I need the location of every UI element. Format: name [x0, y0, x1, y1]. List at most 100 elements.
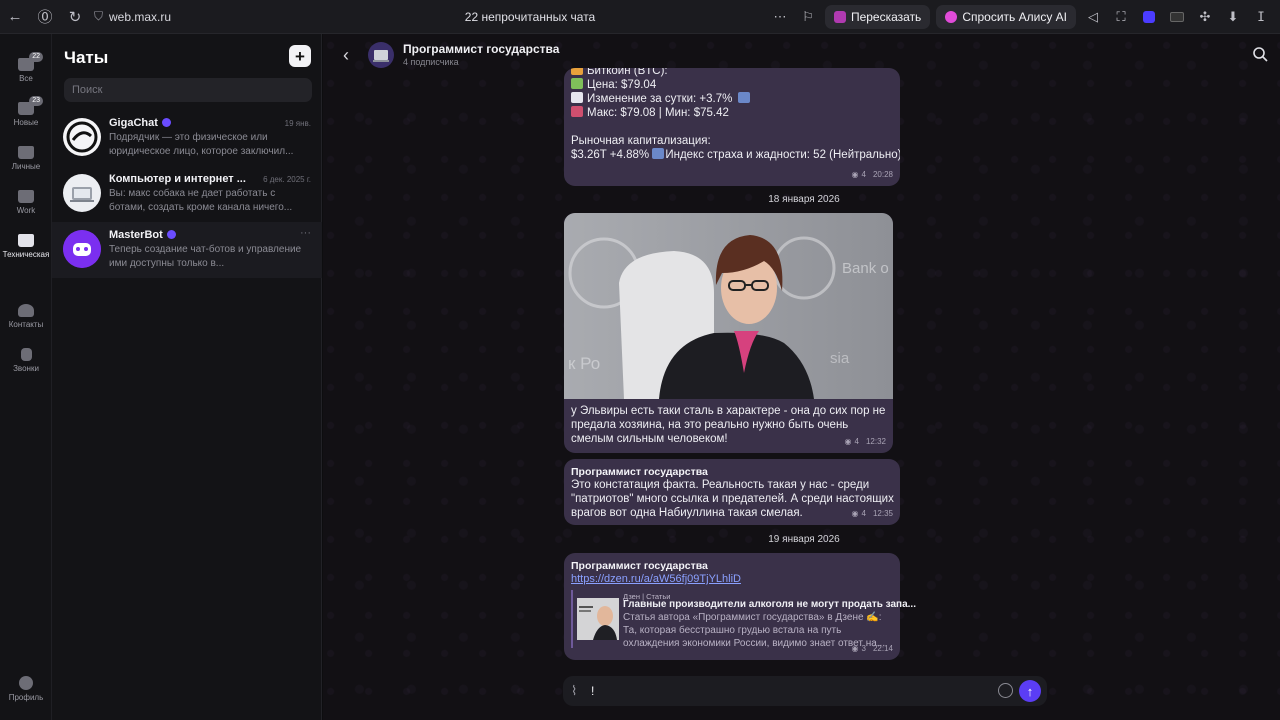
retell-button[interactable]: Пересказать: [824, 5, 931, 29]
reload-icon[interactable]: ↻: [60, 0, 90, 34]
avatar: [63, 174, 101, 212]
rail-item-label: Work: [16, 206, 36, 215]
rail-item-label: Звонки: [13, 364, 39, 373]
folder-icon: [18, 234, 34, 247]
message-meta: ◉ 4 12:35: [852, 507, 893, 521]
bookmark-icon[interactable]: ⚐: [797, 6, 819, 28]
chat-options-icon[interactable]: ···: [300, 227, 311, 239]
extension-badge-icon[interactable]: [1166, 6, 1188, 28]
chat-bubble-icon: 22: [18, 52, 43, 71]
message-input[interactable]: !: [591, 684, 594, 698]
rail-item-label: Все: [19, 74, 33, 83]
unread-badge: 22: [29, 52, 43, 62]
chat-name: MasterBot: [109, 229, 176, 241]
photo-image[interactable]: к Ро Bank o sia: [564, 213, 893, 399]
message-text: Биткоин (BTC): Цена: $79.04 Изменение за…: [571, 68, 900, 162]
message-bubble[interactable]: Программист государства Это констатация …: [564, 459, 900, 525]
alice-icon: [945, 11, 958, 23]
rail-item-new[interactable]: 23 Новые: [0, 96, 52, 127]
message-meta: ◉ 4 20:28: [852, 168, 893, 182]
message-link[interactable]: https://dzen.ru/a/aW56fj09TjYLhliD: [571, 572, 741, 586]
link-preview-card[interactable]: Дзен | Статьи Главные производители алко…: [571, 590, 916, 649]
photo-bg-text: Bank o: [842, 260, 889, 277]
share-icon[interactable]: ◁: [1082, 6, 1104, 28]
date-separator: 19 января 2026: [768, 534, 840, 545]
rail-item-label: Техническая: [2, 250, 50, 259]
chat-preview: Подрядчик — это физическое или юридическ…: [109, 132, 294, 157]
rail-item-profile[interactable]: Профиль: [0, 676, 52, 702]
bar-chart-emoji-icon: [571, 106, 583, 117]
message-meta: ◉ 4 12:32: [845, 435, 886, 449]
up-arrow-emoji-icon: [737, 92, 750, 103]
search-icon[interactable]: [1252, 46, 1268, 62]
chat-bubble-icon: 23: [18, 96, 43, 115]
channel-subtitle: 4 подписчика: [403, 57, 459, 67]
eye-icon: ◉: [851, 509, 859, 518]
sticker-icon[interactable]: [998, 683, 1013, 698]
chat-item-gigachat[interactable]: GigaChat 19 янв. Подрядчик — это физичес…: [52, 110, 322, 166]
send-button[interactable]: ↑: [1019, 680, 1041, 702]
history-icon[interactable]: ⓪: [30, 0, 60, 34]
phone-icon: [20, 348, 32, 361]
address-bar[interactable]: ⛉ web.max.ru: [94, 9, 254, 24]
rail-item-work[interactable]: Work: [0, 190, 52, 215]
back-arrow-icon[interactable]: ‹: [343, 45, 349, 66]
rail-item-calls[interactable]: Звонки: [0, 348, 52, 373]
message-meta: ◉ 3 22:14: [852, 642, 893, 656]
rail-item-personal[interactable]: Личные: [0, 146, 52, 171]
puzzle-icon[interactable]: ✣: [1194, 6, 1216, 28]
coin-emoji-icon: [571, 68, 583, 75]
message-sender: Программист государства: [571, 466, 708, 478]
ask-alice-button[interactable]: Спросить Алису AI: [936, 5, 1076, 29]
avatar: [63, 118, 101, 156]
search-input[interactable]: Поиск: [64, 78, 312, 102]
money-emoji-icon: [571, 78, 583, 89]
chat-preview: Вы: макс собака не дает работать с ботам…: [109, 188, 293, 213]
url-text: web.max.ru: [109, 9, 172, 24]
rail-item-contacts[interactable]: Контакты: [0, 304, 52, 329]
unread-badge: 23: [29, 96, 43, 106]
chat-date: 19 янв.: [284, 119, 311, 128]
attach-icon[interactable]: ⌇: [571, 683, 585, 698]
shield-icon: ⛉: [94, 9, 104, 23]
conversation-panel: ‹ Программист государства 4 подписчика Б…: [323, 34, 1280, 720]
browser-toolbar: ← ⓪ ↻ ⛉ web.max.ru 22 непрочитанных чата…: [0, 0, 1280, 34]
back-arrow-icon[interactable]: ←: [0, 0, 30, 34]
chat-name: Компьютер и интернет ...: [109, 173, 246, 185]
message-bubble[interactable]: Программист государства https://dzen.ru/…: [564, 553, 916, 660]
screenshot-icon[interactable]: ⛶: [1110, 6, 1132, 28]
folder-icon: [18, 190, 34, 203]
chat-list-panel: Чаты + Поиск GigaChat 19 янв. Подрядчик …: [52, 34, 322, 720]
more-icon[interactable]: ⋯: [769, 6, 791, 28]
chart-up-emoji-icon: [571, 92, 583, 103]
chat-item-computer-internet[interactable]: Компьютер и интернет ... 6 дек. 2025 г. …: [52, 166, 322, 222]
message-composer: ⌇ ! ↑: [563, 676, 1047, 706]
message-text: Это констатация факта. Реальность такая …: [571, 479, 894, 519]
channel-avatar[interactable]: [368, 42, 394, 68]
eye-icon: ◉: [844, 437, 852, 446]
eye-icon: ◉: [851, 170, 859, 179]
profile-icon[interactable]: ⵊ: [1250, 6, 1272, 28]
avatar: [63, 230, 101, 268]
folder-icon: [18, 146, 34, 159]
rail-item-all[interactable]: 22 Все: [0, 52, 52, 83]
chat-item-masterbot[interactable]: MasterBot ··· Теперь создание чат-ботов …: [52, 222, 322, 278]
date-separator: 18 января 2026: [768, 194, 840, 205]
message-bubble[interactable]: Биткоин (BTC): Цена: $79.04 Изменение за…: [564, 68, 900, 186]
up-arrow-emoji-icon: [652, 148, 665, 159]
profile-avatar-icon: [19, 676, 33, 690]
photo-message-bubble[interactable]: к Ро Bank o sia у Эльвиры есть таки стал…: [564, 213, 893, 453]
link-preview-thumbnail: [577, 598, 619, 640]
rail-item-technical[interactable]: Техническая: [0, 234, 52, 260]
link-preview-description: Статья автора «Программист государства» …: [623, 612, 886, 649]
chat-preview: Теперь создание чат-ботов и управление и…: [109, 244, 302, 269]
rail-item-label: Личные: [11, 162, 41, 171]
downloads-icon[interactable]: ⬇: [1222, 6, 1244, 28]
channel-title[interactable]: Программист государства: [403, 42, 559, 56]
chat-name: GigaChat: [109, 117, 171, 129]
rail-item-label: Профиль: [8, 693, 44, 702]
extension-icon[interactable]: [1138, 6, 1160, 28]
chat-date: 6 дек. 2025 г.: [263, 175, 311, 184]
new-chat-button[interactable]: +: [289, 45, 311, 67]
link-preview-title: Главные производители алкоголя не могут …: [623, 599, 916, 610]
